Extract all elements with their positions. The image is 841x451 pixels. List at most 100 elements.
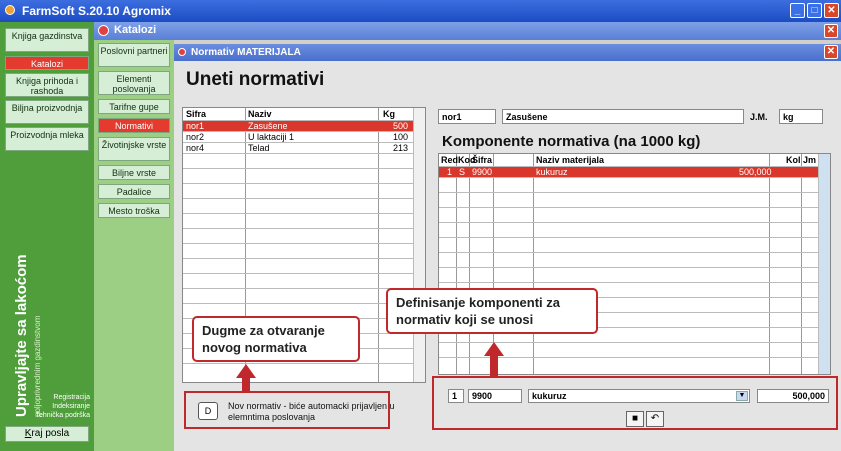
cell-naziv: Telad	[248, 143, 270, 153]
col-divider	[469, 154, 470, 374]
row-line	[183, 183, 425, 184]
katalozi-title: Katalozi	[114, 24, 157, 36]
katalozi-menu: Poslovni partneri Elementi poslovanja Ta…	[94, 40, 174, 451]
katalozi-title-bar: Katalozi ✕	[94, 22, 841, 40]
cell-red: 1	[447, 167, 453, 177]
row-line	[439, 267, 830, 268]
katalozi-close-button[interactable]: ✕	[824, 24, 838, 38]
normativ-icon	[178, 48, 186, 56]
jm-label: J.M.	[750, 112, 768, 122]
col-divider	[769, 154, 770, 374]
slogan-subtext: poljoprivrednim gazdinstvom	[33, 315, 42, 417]
row-line	[183, 131, 425, 132]
katalozi-icon	[98, 25, 109, 36]
menu-tarifne-gupe[interactable]: Tarifne gupe	[98, 99, 170, 114]
new-button-highlight	[184, 391, 390, 429]
cell-kg: 500	[393, 121, 409, 131]
components-heading: Komponente normativa (na 1000 kg)	[442, 133, 701, 150]
menu-biljne-vrste[interactable]: Biljne vrste	[98, 165, 170, 180]
app-window: FarmSoft S.20.10 Agromix _ □ ✕ Knjiga ga…	[0, 0, 841, 451]
title-bar: FarmSoft S.20.10 Agromix _ □ ✕	[0, 0, 841, 22]
nav-biljna-proizvodnja[interactable]: Biljna proizvodnja	[5, 100, 89, 124]
jm-field[interactable]: kg	[779, 109, 823, 124]
arrow-up-icon	[236, 364, 256, 378]
arrow-up-icon	[484, 342, 504, 356]
link-registracija[interactable]: Registracija	[53, 394, 90, 401]
row-line	[183, 258, 425, 259]
row-line	[439, 237, 830, 238]
header-sifra[interactable]: Sifra	[186, 109, 206, 119]
col-divider	[533, 154, 534, 374]
row-line	[439, 192, 830, 193]
cell-kg: 213	[393, 143, 409, 153]
exit-button[interactable]: Kraj posla	[5, 426, 89, 442]
row-line	[183, 363, 425, 364]
normativ-close-button[interactable]: ✕	[824, 45, 838, 59]
link-indeksiranje[interactable]: Indeksiranje	[52, 403, 90, 410]
col-divider	[378, 108, 379, 382]
nav-proizvodnja-mleka[interactable]: Proizvodnja mleka	[5, 127, 89, 151]
header-kg[interactable]: Kg	[383, 109, 395, 119]
header-kol[interactable]: Kol	[786, 155, 801, 165]
row-line	[439, 282, 830, 283]
selected-row-highlight	[183, 121, 413, 131]
row-line	[439, 222, 830, 223]
menu-padalice[interactable]: Padalice	[98, 184, 170, 199]
app-logo-icon	[5, 5, 15, 15]
menu-mesto-troska[interactable]: Mesto troška	[98, 203, 170, 218]
cell-kod: S	[459, 167, 466, 177]
header-naziv[interactable]: Naziv	[248, 109, 272, 119]
row-line	[183, 213, 425, 214]
slogan-text: Upravljajte sa lakoćom	[13, 254, 30, 417]
col-divider	[456, 154, 457, 374]
callout-new-normativ: Dugme za otvaranje novog normativa	[192, 316, 360, 362]
header-red[interactable]: Red	[441, 155, 458, 165]
menu-zivotinjske-vrste[interactable]: Životinjske vrste	[98, 137, 170, 161]
nav-katalozi[interactable]: Katalozi	[5, 56, 89, 70]
header-jm[interactable]: Jm	[803, 155, 816, 165]
header-naziv-materijala[interactable]: Naziv materijala	[536, 155, 604, 165]
arrow-stem	[242, 376, 250, 392]
table-scrollbar[interactable]	[413, 108, 425, 382]
input-row-highlight	[432, 376, 838, 430]
row-line	[183, 168, 425, 169]
name-field[interactable]: Zasušene	[502, 109, 744, 124]
code-field[interactable]: nor1	[438, 109, 496, 124]
menu-normativi[interactable]: Normativi	[98, 118, 170, 133]
page-title: Uneti normativi	[186, 69, 325, 90]
header-sifra[interactable]: Šifra	[472, 155, 492, 165]
row-line	[183, 198, 425, 199]
maximize-button[interactable]: □	[807, 3, 822, 18]
cell-sifra: nor2	[186, 132, 205, 142]
menu-elementi-poslovanja[interactable]: Elementi poslovanja	[98, 71, 170, 95]
callout-components: Definisanje komponenti za normativ koji …	[386, 288, 598, 334]
minimize-button[interactable]: _	[790, 3, 805, 18]
cell-sifra: nor4	[186, 143, 205, 153]
components-scrollbar[interactable]	[818, 154, 830, 374]
row-line	[183, 142, 425, 143]
row-line	[439, 252, 830, 253]
row-line	[183, 273, 425, 274]
cell-naziv: Zasušene	[248, 121, 288, 131]
col-divider	[801, 154, 802, 374]
app-title: FarmSoft S.20.10 Agromix	[22, 4, 171, 18]
row-line	[183, 243, 425, 244]
exit-button-label: raj posla	[31, 428, 70, 439]
row-line	[183, 153, 425, 154]
close-button[interactable]: ✕	[824, 3, 839, 18]
normativ-title-bar: Normativ MATERIJALA ✕	[174, 44, 841, 61]
row-line	[439, 177, 830, 178]
row-line	[439, 207, 830, 208]
nav-knjiga-gazdinstva[interactable]: Knjiga gazdinstva	[5, 28, 89, 52]
cell-naziv: kukuruz	[536, 167, 568, 177]
link-tehnicka-podrska[interactable]: Tehnička podrška	[36, 412, 90, 419]
arrow-stem	[490, 355, 498, 377]
nav-knjiga-prihoda[interactable]: Knjiga prihoda i rashoda	[5, 73, 89, 97]
menu-poslovni-partneri[interactable]: Poslovni partneri	[98, 43, 170, 67]
cell-sifra: nor1	[186, 121, 205, 131]
col-divider	[493, 154, 494, 374]
row-line	[183, 228, 425, 229]
table-header: Sifra Naziv Kg	[183, 108, 425, 120]
cell-kg: 100	[393, 132, 409, 142]
cell-naziv: U laktaciji 1	[248, 132, 295, 142]
